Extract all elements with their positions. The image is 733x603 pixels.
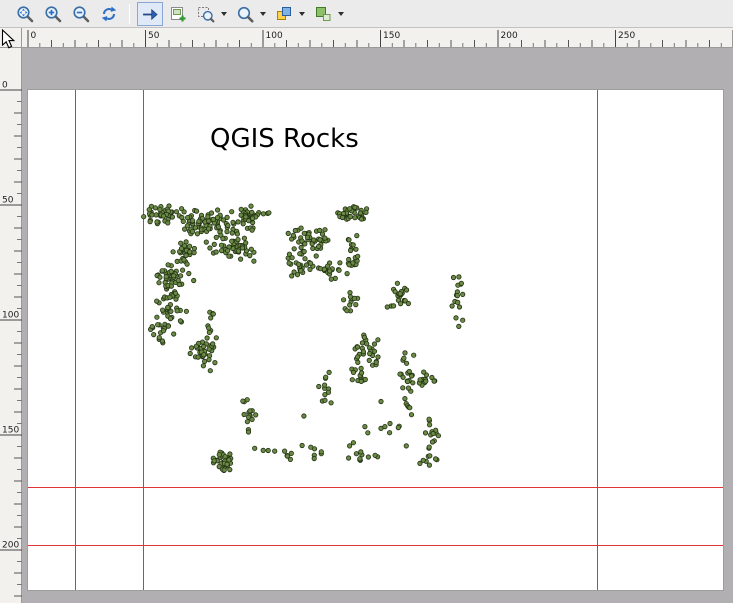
ruler-corner	[0, 28, 22, 48]
zoom-tool-button[interactable]	[232, 2, 258, 26]
svg-text:0: 0	[2, 81, 8, 91]
zoom-full-button[interactable]	[12, 2, 38, 26]
zoom-to-selection-button[interactable]	[193, 2, 219, 26]
svg-text:50: 50	[2, 196, 14, 206]
horizontal-ruler: 0 50 100 150 200 250	[22, 28, 733, 48]
raise-items-button[interactable]	[271, 2, 297, 26]
map-points-layer[interactable]	[22, 48, 733, 603]
zoom-tool-icon	[236, 5, 254, 23]
zoom-to-selection-dropdown[interactable]	[219, 2, 229, 26]
zoom-tool-dropdown[interactable]	[258, 2, 268, 26]
horizontal-ruler-ticks: 0 50 100 150 200 250	[22, 28, 733, 48]
svg-text:250: 250	[618, 31, 635, 41]
zoom-in-icon	[44, 5, 62, 23]
svg-text:0: 0	[31, 31, 37, 41]
raise-items-icon	[275, 5, 293, 23]
vertical-ruler-ticks: 0 50 100 150 200	[0, 48, 22, 603]
raise-items-dropdown[interactable]	[297, 2, 307, 26]
move-item-content-button[interactable]	[137, 2, 163, 26]
zoom-in-button[interactable]	[40, 2, 66, 26]
svg-text:150: 150	[2, 426, 19, 436]
align-items-dropdown[interactable]	[336, 2, 346, 26]
zoom-to-selection-icon	[197, 5, 215, 23]
zoom-out-button[interactable]	[68, 2, 94, 26]
svg-text:200: 200	[501, 31, 518, 41]
toolbar-separator	[129, 4, 130, 24]
svg-text:100: 100	[266, 31, 283, 41]
svg-text:150: 150	[383, 31, 400, 41]
composition-title-label[interactable]: QGIS Rocks	[210, 124, 359, 154]
composer-canvas[interactable]: QGIS Rocks	[22, 48, 733, 603]
svg-text:200: 200	[2, 541, 19, 551]
add-map-button[interactable]	[165, 2, 191, 26]
move-item-content-icon	[141, 5, 159, 23]
zoom-out-icon	[72, 5, 90, 23]
vertical-ruler: 0 50 100 150 200	[0, 48, 22, 603]
svg-text:100: 100	[2, 311, 19, 321]
refresh-icon	[100, 5, 118, 23]
add-map-icon	[169, 5, 187, 23]
svg-text:50: 50	[148, 31, 160, 41]
zoom-full-icon	[16, 5, 34, 23]
toolbar	[0, 0, 733, 28]
print-composer-window: 0 50 100 150 200 250 0 50 100 150 200 QGIS Rocks	[0, 0, 733, 603]
align-items-button[interactable]	[310, 2, 336, 26]
refresh-button[interactable]	[96, 2, 122, 26]
align-items-icon	[314, 5, 332, 23]
